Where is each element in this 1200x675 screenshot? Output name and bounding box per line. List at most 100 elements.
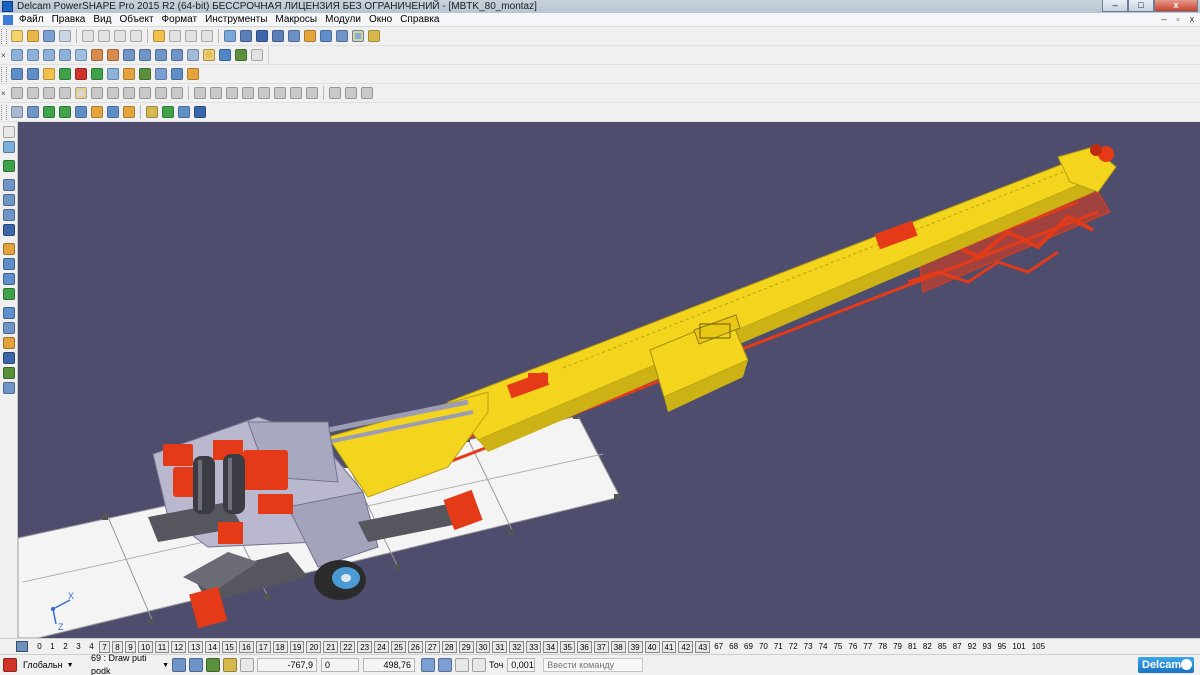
- level-button[interactable]: 68: [727, 641, 740, 653]
- command-input[interactable]: [543, 658, 644, 672]
- levels-icon[interactable]: [16, 641, 28, 652]
- instance-icon[interactable]: [178, 106, 190, 118]
- scale-icon[interactable]: [75, 87, 87, 99]
- view-left-icon[interactable]: [43, 49, 55, 61]
- workplane-xy-icon[interactable]: [27, 106, 39, 118]
- mesh-tool-icon[interactable]: [3, 273, 15, 285]
- level-button[interactable]: 30: [475, 640, 491, 653]
- boolean-icon[interactable]: [139, 68, 151, 80]
- view-rotate-icon[interactable]: [91, 49, 103, 61]
- shaded-icon[interactable]: [203, 49, 215, 61]
- chamfer-icon[interactable]: [171, 68, 183, 80]
- level-button[interactable]: 73: [802, 641, 815, 653]
- menu-object[interactable]: Объект: [116, 14, 158, 25]
- level-button[interactable]: 22: [340, 640, 356, 653]
- repeat-icon[interactable]: [185, 30, 197, 42]
- block-icon[interactable]: [107, 68, 119, 80]
- graphics-viewport[interactable]: X Z: [18, 122, 1200, 638]
- dimension-icon[interactable]: [368, 30, 380, 42]
- workplane-coord-icon[interactable]: [455, 658, 469, 672]
- level-button[interactable]: 13: [188, 640, 204, 653]
- shaded-wire-icon[interactable]: [219, 49, 231, 61]
- grid-snap-icon[interactable]: [223, 658, 237, 672]
- level-button[interactable]: 101: [1010, 641, 1027, 653]
- save-icon[interactable]: [43, 30, 55, 42]
- menu-macros[interactable]: Макросы: [272, 14, 322, 25]
- layer-icon[interactable]: [329, 87, 341, 99]
- fillet-icon[interactable]: [155, 68, 167, 80]
- minimize-button[interactable]: –: [1102, 0, 1128, 12]
- library-icon[interactable]: [194, 106, 206, 118]
- zoom-out-icon[interactable]: [139, 49, 151, 61]
- menu-format[interactable]: Формат: [159, 14, 203, 25]
- solid-tool-icon[interactable]: [3, 258, 15, 270]
- level-button[interactable]: 17: [255, 640, 271, 653]
- level-button[interactable]: 29: [458, 640, 474, 653]
- ungroup-icon[interactable]: [361, 87, 373, 99]
- level-button[interactable]: 70: [757, 641, 770, 653]
- level-button[interactable]: 11: [154, 640, 170, 653]
- section-icon[interactable]: [226, 87, 238, 99]
- level-button[interactable]: 37: [593, 640, 609, 653]
- level-button[interactable]: 92: [966, 641, 979, 653]
- zoom-in-icon[interactable]: [123, 49, 135, 61]
- level-button[interactable]: 72: [787, 641, 800, 653]
- level-button[interactable]: 87: [951, 641, 964, 653]
- intelligent-cursor-icon[interactable]: [189, 658, 203, 672]
- view-right-icon[interactable]: [59, 49, 71, 61]
- pick-icon[interactable]: [224, 30, 236, 42]
- view-front-icon[interactable]: [11, 49, 23, 61]
- delete-icon[interactable]: [130, 30, 142, 42]
- cut-icon[interactable]: [82, 30, 94, 42]
- level-select[interactable]: 69 : Draw puti podk ▼: [88, 653, 172, 675]
- menu-file[interactable]: Файл: [16, 14, 49, 25]
- curve-icon[interactable]: [272, 30, 284, 42]
- level-button[interactable]: 34: [543, 640, 559, 653]
- level-button[interactable]: 8: [112, 640, 123, 653]
- view-pan-icon[interactable]: [107, 49, 119, 61]
- open-model-icon[interactable]: [27, 30, 39, 42]
- level-button[interactable]: 76: [846, 641, 859, 653]
- mirror-icon[interactable]: [59, 87, 71, 99]
- snap-icon[interactable]: [172, 658, 186, 672]
- rotate-icon[interactable]: [43, 87, 55, 99]
- level-button[interactable]: 14: [205, 640, 220, 653]
- curve-tool-icon[interactable]: [3, 209, 15, 221]
- level-button[interactable]: 40: [644, 640, 660, 653]
- paste-icon[interactable]: [114, 30, 126, 42]
- surface-tool-icon[interactable]: [3, 243, 15, 255]
- level-button[interactable]: 33: [526, 640, 542, 653]
- level-button[interactable]: 21: [323, 640, 339, 653]
- workplane-origin-icon[interactable]: [107, 106, 119, 118]
- level-button[interactable]: 25: [391, 640, 406, 653]
- workplane-edit-icon[interactable]: [123, 106, 135, 118]
- doc-minimize-button[interactable]: –: [1158, 14, 1170, 25]
- level-button[interactable]: 77: [861, 641, 874, 653]
- level-button[interactable]: 18: [272, 640, 288, 653]
- close-button[interactable]: x: [1154, 0, 1198, 12]
- level-button[interactable]: 27: [424, 640, 440, 653]
- torus-icon[interactable]: [123, 68, 135, 80]
- symbol-tool-icon[interactable]: [3, 352, 15, 364]
- level-button[interactable]: 36: [576, 640, 592, 653]
- level-button[interactable]: 12: [171, 640, 187, 653]
- general-edits-icon[interactable]: [3, 141, 15, 153]
- level-button[interactable]: 93: [981, 641, 994, 653]
- toolbar-grip[interactable]: [1, 28, 7, 44]
- toolbar-grip[interactable]: [1, 104, 7, 120]
- level-button[interactable]: 15: [221, 640, 237, 653]
- thickness-icon[interactable]: [290, 87, 302, 99]
- coord-y[interactable]: 0: [321, 658, 359, 672]
- menu-window[interactable]: Окно: [366, 14, 397, 25]
- menu-tools[interactable]: Инструменты: [202, 14, 272, 25]
- level-button[interactable]: 105: [1030, 641, 1047, 653]
- line-icon[interactable]: [240, 30, 252, 42]
- menu-modules[interactable]: Модули: [322, 14, 366, 25]
- workplane-new-icon[interactable]: [11, 106, 23, 118]
- menu-view[interactable]: Вид: [90, 14, 116, 25]
- app-icon[interactable]: [2, 1, 13, 12]
- level-button[interactable]: 20: [306, 640, 322, 653]
- level-button[interactable]: 41: [661, 640, 677, 653]
- curvature-icon[interactable]: [258, 87, 270, 99]
- level-button[interactable]: 0: [34, 641, 45, 653]
